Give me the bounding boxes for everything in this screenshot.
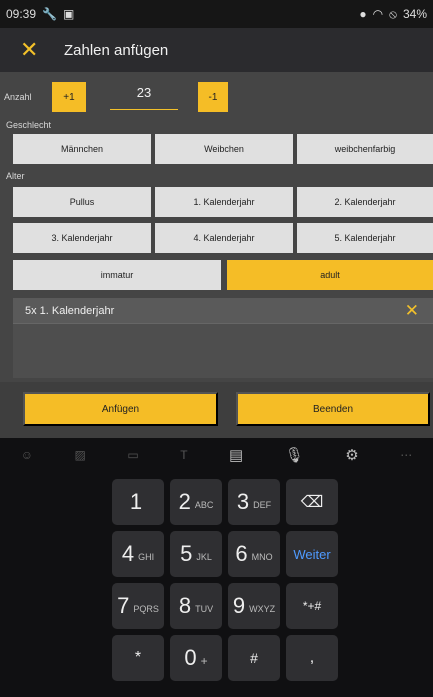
emoji-icon[interactable]: ☺ — [21, 448, 33, 462]
location-icon: ● — [359, 7, 367, 21]
status-time: 09:39 — [6, 7, 37, 21]
count-field[interactable]: 23 — [110, 82, 178, 110]
key-1[interactable]: 1 — [112, 479, 164, 525]
key-main: 7 — [117, 593, 130, 618]
key-sub: MNO — [251, 552, 273, 562]
key-0[interactable]: 0 + — [170, 635, 222, 681]
option-pullus[interactable]: Pullus — [13, 187, 151, 217]
anzahl-row: Anzahl +1 23 -1 — [0, 80, 433, 116]
key-3[interactable]: 3 DEF — [228, 479, 280, 525]
key-main: 5 — [180, 541, 193, 566]
option-kalenderjahr-2[interactable]: 2. Kalenderjahr — [297, 187, 433, 217]
next-key[interactable]: Weiter — [286, 531, 338, 577]
key-9[interactable]: 9 WXYZ — [228, 583, 280, 629]
key-sub: JKL — [196, 552, 212, 562]
wrench-icon: 🔧 — [42, 7, 57, 21]
key-main: 9 — [232, 593, 246, 618]
form-panel: Anzahl +1 23 -1 Geschlecht Männchen Weib… — [0, 72, 433, 438]
key-main: 4 — [121, 541, 135, 566]
key-6[interactable]: 6 MNO — [228, 531, 280, 577]
entries-list: 5x 1. Kalenderjahr ✕ — [13, 298, 433, 378]
key-main: 1 — [129, 489, 143, 514]
option-kalenderjahr-3[interactable]: 3. Kalenderjahr — [13, 223, 151, 253]
key-star[interactable]: * — [112, 635, 164, 681]
key-sub: GHI — [138, 552, 155, 562]
status-bar: 09:39 🔧 ▣ ● ◠ ⦸ 34% — [0, 0, 433, 28]
gif-icon[interactable]: ▭ — [127, 448, 138, 462]
more-icon[interactable]: ⋯ — [400, 448, 412, 462]
handwriting-icon[interactable]: T — [180, 448, 187, 462]
increment-button[interactable]: +1 — [52, 82, 86, 112]
backspace-icon: ⌫ — [300, 494, 324, 511]
key-main: 8 — [178, 593, 192, 618]
append-button[interactable]: Anfügen — [23, 392, 218, 426]
option-adult[interactable]: adult — [227, 260, 433, 290]
keyboard-toolbar: ☺ ▨ ▭ T ▤ 🎙 ⚙ ⋯ — [0, 438, 433, 472]
entry-text: 5x 1. Kalenderjahr — [25, 304, 115, 317]
symbols-label: *+# — [302, 599, 322, 613]
key-sub: DEF — [253, 500, 272, 510]
key-main: 6 — [235, 541, 248, 566]
symbols-key[interactable]: *+# — [286, 583, 338, 629]
key-7[interactable]: 7 PQRS — [112, 583, 164, 629]
page-title: Zahlen anfügen — [64, 41, 169, 59]
key-main: 3 — [236, 489, 250, 514]
list-item: 5x 1. Kalenderjahr ✕ — [13, 298, 433, 324]
remove-entry-icon[interactable]: ✕ — [405, 301, 419, 321]
option-kalenderjahr-5[interactable]: 5. Kalenderjahr — [297, 223, 433, 253]
key-main: 0 — [184, 645, 197, 670]
backspace-key[interactable]: ⌫ — [286, 479, 338, 525]
next-label: Weiter — [293, 546, 331, 562]
app-bar: ✕ Zahlen anfügen — [0, 28, 433, 72]
key-hash[interactable]: # — [228, 635, 280, 681]
key-sub: + — [200, 654, 208, 668]
comma-label: , — [309, 649, 315, 666]
key-sub: ABC — [194, 500, 214, 510]
decrement-button[interactable]: -1 — [198, 82, 228, 112]
finish-button[interactable]: Beenden — [236, 392, 430, 426]
gear-icon[interactable]: ⚙ — [345, 446, 358, 464]
numeric-keyboard: ☺ ▨ ▭ T ▤ 🎙 ⚙ ⋯ 1 2 ABC 3 DEF ⌫ 4 GHI 5 JKL … — [0, 438, 433, 697]
comma-key[interactable]: , — [286, 635, 338, 681]
key-sub: TUV — [195, 604, 214, 614]
key-main: * — [134, 649, 142, 666]
key-2[interactable]: 2 ABC — [170, 479, 222, 525]
alter-label: Alter — [6, 171, 25, 181]
dnd-icon: ⦸ — [389, 6, 397, 21]
key-5[interactable]: 5 JKL — [170, 531, 222, 577]
key-main: 2 — [178, 489, 191, 514]
key-sub: WXYZ — [249, 604, 276, 614]
key-8[interactable]: 8 TUV — [170, 583, 222, 629]
option-weibchen[interactable]: Weibchen — [155, 134, 293, 164]
clipboard-icon[interactable]: ▤ — [229, 446, 243, 464]
microphone-icon[interactable]: 🎙 — [285, 446, 304, 464]
option-weibchenfarbig[interactable]: weibchenfarbig — [297, 134, 433, 164]
sticker-icon[interactable]: ▨ — [75, 448, 86, 462]
anzahl-label: Anzahl — [4, 92, 32, 102]
screenshot-icon: ▣ — [62, 7, 75, 21]
geschlecht-label: Geschlecht — [6, 120, 52, 130]
battery-level: 34% — [402, 7, 427, 21]
key-4[interactable]: 4 GHI — [112, 531, 164, 577]
option-immatur[interactable]: immatur — [13, 260, 221, 290]
action-bar: Anfügen Beenden — [0, 382, 433, 438]
wifi-icon: ◠ — [372, 7, 384, 21]
option-maennchen[interactable]: Männchen — [13, 134, 151, 164]
option-kalenderjahr-1[interactable]: 1. Kalenderjahr — [155, 187, 293, 217]
close-icon[interactable]: ✕ — [20, 39, 46, 61]
key-main: # — [250, 650, 258, 666]
key-sub: PQRS — [133, 604, 159, 614]
option-kalenderjahr-4[interactable]: 4. Kalenderjahr — [155, 223, 293, 253]
